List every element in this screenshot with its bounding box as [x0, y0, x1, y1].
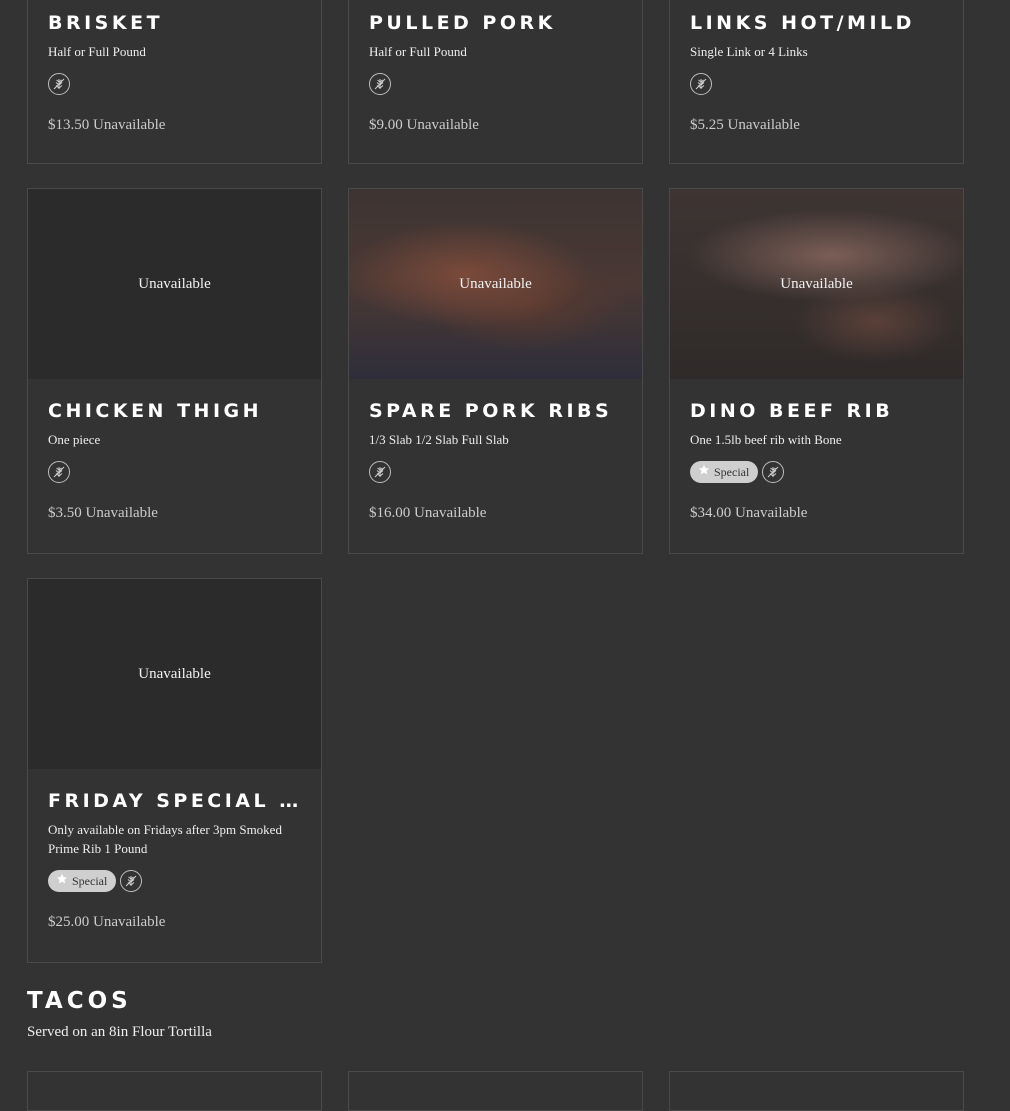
item-description: 1/3 Slab 1/2 Slab Full Slab [369, 432, 509, 447]
item-image-placeholder: Unavailable [28, 579, 321, 769]
wheat-free-icon [369, 73, 391, 95]
section-title: TACOS [27, 988, 132, 1014]
item-title: SPARE PORK RIBS [369, 400, 613, 422]
wheat-free-icon [762, 461, 785, 483]
badge-label: Special [714, 464, 750, 479]
menu-item-card[interactable]: Unavailable FRIDAY SPECIAL PR… Only avai… [27, 578, 322, 963]
badge-label: Special [72, 873, 108, 888]
item-description: Single Link or 4 Links [690, 44, 808, 59]
menu-item-card[interactable] [669, 1071, 964, 1111]
item-title: CHICKEN THIGH [48, 400, 263, 422]
menu-item-card[interactable]: Unavailable DINO BEEF RIB One 1.5lb beef… [669, 188, 964, 554]
wheat-free-icon [48, 461, 70, 483]
menu-item-card[interactable]: Unavailable CHICKEN THIGH One piece $3.5… [27, 188, 322, 554]
item-image: Unavailable [349, 189, 642, 379]
dietary-tags: Special [690, 460, 943, 484]
item-image-placeholder: Unavailable [28, 189, 321, 379]
wheat-free-icon [369, 461, 391, 483]
item-status: Unavailable [93, 117, 166, 133]
item-description: One 1.5lb beef rib with Bone [690, 432, 842, 447]
item-status: Unavailable [406, 117, 479, 133]
item-title: BRISKET [48, 12, 164, 34]
item-status: Unavailable [735, 505, 808, 521]
special-badge: Special [48, 870, 117, 892]
item-status: Unavailable [85, 505, 158, 521]
menu-item-card[interactable]: BRISKET Half or Full Pound $13.50 Unavai… [27, 0, 322, 164]
item-price: $9.00 [369, 117, 403, 133]
image-unavailable-label: Unavailable [138, 275, 211, 292]
price-status: $34.00 Unavailable [690, 505, 943, 522]
section-subtitle: Served on an 8in Flour Tortilla [27, 1024, 212, 1040]
item-price: $5.25 [690, 117, 724, 133]
menu-item-card[interactable] [27, 1071, 322, 1111]
dietary-tags [369, 460, 622, 484]
item-description: Half or Full Pound [48, 44, 146, 59]
price-status: $16.00 Unavailable [369, 505, 622, 522]
menu-item-card[interactable]: PULLED PORK Half or Full Pound $9.00 Una… [348, 0, 643, 164]
item-status: Unavailable [414, 505, 487, 521]
wheat-free-icon [690, 73, 712, 95]
image-unavailable-label: Unavailable [780, 275, 853, 292]
item-image: Unavailable [670, 189, 963, 379]
item-price: $3.50 [48, 505, 82, 521]
dietary-tags [690, 72, 943, 96]
image-unavailable-label: Unavailable [138, 665, 211, 682]
dietary-tags [48, 72, 301, 96]
wheat-free-icon [48, 73, 70, 95]
price-status: $3.50 Unavailable [48, 505, 301, 522]
menu-item-card[interactable]: Unavailable SPARE PORK RIBS 1/3 Slab 1/2… [348, 188, 643, 554]
menu-item-card[interactable] [348, 1071, 643, 1111]
special-badge: Special [690, 461, 759, 483]
item-status: Unavailable [93, 914, 166, 930]
item-title: DINO BEEF RIB [690, 400, 894, 422]
item-price: $34.00 [690, 505, 732, 521]
dietary-tags: Special [48, 869, 301, 893]
price-status: $13.50 Unavailable [48, 117, 301, 134]
item-title: LINKS HOT/MILD [690, 12, 915, 34]
price-status: $9.00 Unavailable [369, 117, 622, 134]
item-title: FRIDAY SPECIAL PR… [48, 790, 301, 812]
dietary-tags [48, 460, 301, 484]
price-status: $5.25 Unavailable [690, 117, 943, 134]
price-status: $25.00 Unavailable [48, 914, 301, 931]
wheat-free-icon [120, 870, 143, 892]
item-description: Half or Full Pound [369, 44, 467, 59]
item-title: PULLED PORK [369, 12, 556, 34]
dietary-tags [369, 72, 622, 96]
item-price: $16.00 [369, 505, 411, 521]
star-icon [698, 464, 710, 480]
item-price: $25.00 [48, 914, 90, 930]
menu-item-card[interactable]: LINKS HOT/MILD Single Link or 4 Links $5… [669, 0, 964, 164]
item-status: Unavailable [727, 117, 800, 133]
star-icon [56, 873, 68, 889]
image-unavailable-label: Unavailable [459, 275, 532, 292]
item-price: $13.50 [48, 117, 90, 133]
item-description: One piece [48, 432, 101, 447]
item-description: Only available on Fridays after 3pm Smok… [48, 822, 282, 856]
